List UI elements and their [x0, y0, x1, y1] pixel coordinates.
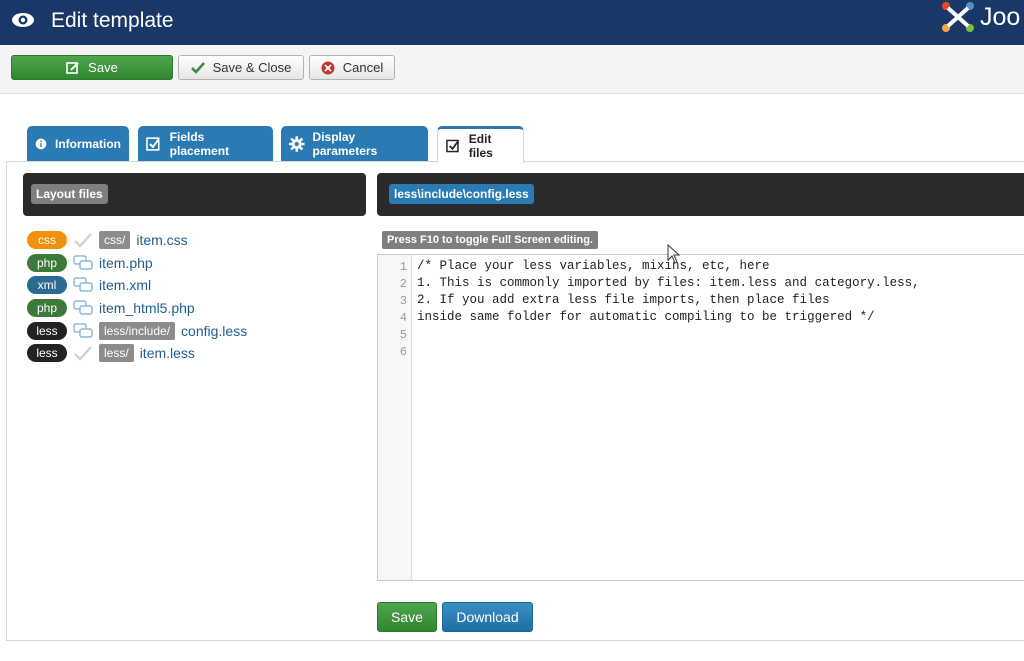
cancel-icon [321, 61, 335, 74]
line-number: 2 [399, 277, 407, 291]
code-line: 2. If you add extra less file imports, t… [417, 293, 830, 307]
line-number: 1 [399, 260, 407, 274]
file-link[interactable]: item_html5.php [99, 300, 195, 316]
tab-edit-files[interactable]: Edit files [437, 126, 524, 163]
header-bar: Edit template Joo [0, 0, 1024, 45]
comments-icon [73, 277, 93, 292]
tab-display-parameters[interactable]: Display parameters [281, 126, 428, 162]
line-number-gutter: 1 2 3 4 5 6 [378, 255, 412, 580]
tab-information-label: Information [55, 137, 121, 151]
file-link[interactable]: item.xml [99, 277, 151, 293]
file-link[interactable]: item.less [140, 345, 195, 361]
file-path-badge: less/include/ [99, 322, 176, 340]
checkbox-icon [446, 139, 459, 153]
cancel-button[interactable]: Cancel [309, 55, 395, 80]
eye-icon [12, 13, 34, 27]
file-type-badge: php [27, 299, 67, 317]
cancel-label: Cancel [342, 60, 384, 75]
line-number: 5 [399, 328, 407, 342]
file-link[interactable]: config.less [181, 323, 247, 339]
file-path-badge: css/ [99, 231, 131, 249]
code-line: /* Place your less variables, mixins, et… [417, 259, 770, 273]
edit-icon [66, 61, 79, 74]
save-close-label: Save & Close [212, 60, 292, 75]
check-icon [190, 61, 205, 74]
current-file-label: less\include\config.less [389, 184, 534, 204]
page-title: Edit template [51, 9, 174, 32]
tab-display-parameters-label: Display parameters [312, 130, 378, 158]
joomla-logo-icon [942, 2, 974, 32]
joomla-logo: Joo [940, 0, 1024, 34]
check-icon [74, 346, 92, 361]
layout-files-title: Layout files [31, 184, 108, 204]
save-button-label: Save [88, 60, 118, 75]
file-type-badge: less [27, 344, 67, 362]
comments-icon [73, 255, 93, 270]
code-editor[interactable]: 1 2 3 4 5 6 /* Place your less variables… [377, 254, 1024, 581]
file-row[interactable]: less less/ item.less [27, 343, 195, 363]
checkbox-icon [146, 137, 160, 151]
download-button[interactable]: Download [442, 602, 533, 632]
file-row[interactable]: php item.php [27, 253, 153, 273]
save-close-button[interactable]: Save & Close [178, 55, 304, 80]
brand-text: Joo [980, 3, 1021, 31]
comments-icon [73, 323, 93, 338]
file-path-badge: less/ [99, 344, 134, 362]
toolbar: Save Save & Close Cancel [0, 45, 1024, 94]
tab-edit-files-label: Edit files [468, 132, 493, 160]
info-icon [35, 138, 47, 150]
tab-fields-placement-label: Fields placement [169, 130, 230, 158]
file-row[interactable]: xml item.xml [27, 275, 151, 295]
line-number: 4 [399, 311, 407, 325]
save-button[interactable]: Save [11, 55, 173, 80]
file-type-badge: less [27, 322, 67, 340]
code-line: 1. This is commonly imported by files: i… [417, 276, 920, 290]
line-number: 3 [399, 294, 407, 308]
mouse-cursor-icon [667, 244, 681, 264]
tab-fields-placement[interactable]: Fields placement [138, 126, 273, 162]
file-type-badge: css [27, 231, 67, 249]
comments-icon [73, 300, 93, 315]
file-row[interactable]: css css/ item.css [27, 230, 188, 250]
tab-information[interactable]: Information [27, 126, 129, 162]
file-type-badge: xml [27, 276, 67, 294]
file-type-badge: php [27, 254, 67, 272]
file-link[interactable]: item.php [99, 255, 153, 271]
file-row[interactable]: less less/include/ config.less [27, 321, 247, 341]
file-link[interactable]: item.css [136, 232, 187, 248]
gear-icon [289, 136, 305, 152]
file-row[interactable]: php item_html5.php [27, 298, 195, 318]
editor-save-button[interactable]: Save [377, 602, 437, 632]
check-icon [74, 233, 92, 248]
fullscreen-hint: Press F10 to toggle Full Screen editing. [382, 231, 598, 249]
code-line: inside same folder for automatic compili… [417, 310, 875, 324]
line-number: 6 [399, 345, 407, 359]
